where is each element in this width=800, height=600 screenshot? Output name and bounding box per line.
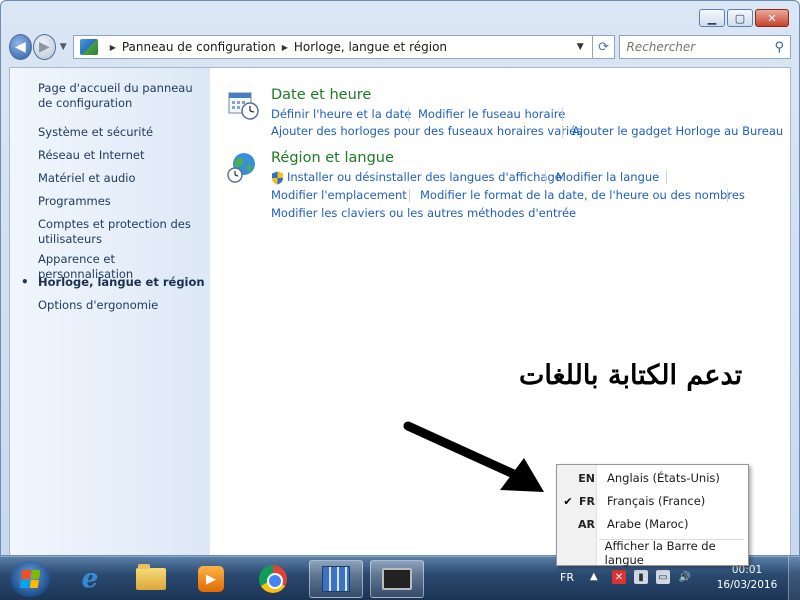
forward-button[interactable]: ▶ [32,34,56,60]
sidebar-item-network-internet[interactable]: Réseau et Internet [38,148,206,163]
back-button[interactable]: ◀ [9,34,32,60]
globe-clock-icon[interactable] [227,151,259,183]
refresh-button[interactable]: ⟳ [592,35,616,59]
link-change-keyboards[interactable]: Modifier les claviers ou les autres méth… [271,206,576,220]
tray-language-indicator[interactable]: FR [560,571,574,584]
current-item-bullet-icon: • [21,275,29,289]
show-desktop-button[interactable] [788,557,800,600]
link-add-clock-gadget[interactable]: Ajouter le gadget Horloge au Bureau [572,124,783,138]
chrome-icon [259,565,287,593]
language-name: Arabe (Maroc) [607,517,689,531]
sidebar-item-hardware-sound[interactable]: Matériel et audio [38,171,206,186]
sidebar-item-label: Horloge, langue et région [38,275,205,289]
sidebar: Page d'accueil du panneau de configurati… [10,68,210,555]
calendar-clock-icon[interactable] [227,88,259,120]
section-title-region-language[interactable]: Région et langue [271,150,394,166]
close-button[interactable]: ✕ [755,9,789,27]
sidebar-item-home[interactable]: Page d'accueil du panneau de configurati… [38,81,206,111]
language-option-ar[interactable]: AR Arabe (Maroc) [557,513,748,535]
link-separator [727,189,728,202]
language-option-en[interactable]: EN Anglais (États-Unis) [557,467,748,489]
section-title-date-time[interactable]: Date et heure [271,87,371,103]
breadcrumb-clock-language-region[interactable]: Horloge, langue et région [294,40,447,54]
windows-logo-icon [19,570,41,588]
search-icon[interactable]: ⚲ [774,40,784,55]
taskbar-network-app[interactable] [309,560,363,598]
folder-icon [136,564,166,590]
tray-clock[interactable]: 00:01 16/03/2016 [712,563,782,593]
language-code: AR [578,517,595,531]
address-dropdown-icon[interactable]: ▼ [577,42,584,52]
link-separator [666,171,667,184]
back-arrow-icon: ◀ [15,39,26,55]
maximize-button[interactable]: ▢ [727,9,753,27]
show-language-bar-label: Afficher la Barre de langue [604,539,716,567]
forward-arrow-icon: ▶ [38,39,50,55]
control-panel-icon [79,39,98,55]
link-change-time-zone[interactable]: Modifier le fuseau horaire [418,107,565,121]
safely-remove-hardware-icon[interactable]: ▮ [634,570,648,584]
link-change-location[interactable]: Modifier l'emplacement [271,188,407,202]
link-change-date-time-format[interactable]: Modifier le format de la date, de l'heur… [420,188,745,202]
taskbar-windows-explorer[interactable] [124,560,178,598]
sidebar-item-clock-language-region[interactable]: • Horloge, langue et région [21,275,206,290]
link-separator [545,171,546,184]
search-box[interactable]: ⚲ [619,35,791,59]
sidebar-item-ease-of-access[interactable]: Options d'ergonomie [38,298,206,313]
sidebar-item-user-accounts[interactable]: Comptes et protection des utilisateurs [38,217,206,247]
breadcrumb-separator-icon[interactable]: ▶ [282,43,288,52]
screen-app-icon [382,568,412,590]
link-change-language[interactable]: Modifier la langue [556,170,659,184]
internet-explorer-icon: e [81,564,99,594]
minimize-button[interactable]: ▁ [699,9,725,27]
language-code: FR [579,494,595,508]
checkmark-icon: ✔ [563,494,573,508]
link-separator [562,108,563,121]
breadcrumb-control-panel[interactable]: Panneau de configuration [122,40,276,54]
network-status-icon[interactable]: ▭ [656,570,670,584]
link-separator [409,189,410,202]
caption-buttons: ▁ ▢ ✕ [699,9,789,27]
action-center-flag-icon[interactable]: ✕ [612,570,626,584]
language-name: Anglais (États-Unis) [607,471,720,485]
link-separator [562,125,563,138]
start-button[interactable] [10,561,50,597]
recent-pages-dropdown-icon[interactable]: ▼ [60,42,67,52]
language-menu: EN Anglais (États-Unis) ✔ FR Français (F… [556,464,749,567]
language-code: EN [578,471,595,485]
network-app-icon [322,566,350,592]
refresh-icon: ⟳ [598,39,610,55]
address-bar[interactable]: ▶ Panneau de configuration ▶ Horloge, la… [72,35,593,59]
link-set-time-date[interactable]: Définir l'heure et la date [271,107,411,121]
annotation-arrow-icon [403,421,544,492]
sidebar-item-programs[interactable]: Programmes [38,194,206,209]
navigation-row: ◀ ▶ ▼ ▶ Panneau de configuration ▶ Horlo… [9,33,791,61]
show-hidden-icons-icon[interactable]: ▲ [590,571,598,582]
volume-icon[interactable]: 🔊 [678,570,692,584]
language-name: Français (France) [607,494,706,508]
sidebar-item-system-security[interactable]: Système et sécurité [38,125,206,140]
breadcrumb-separator-icon[interactable]: ▶ [110,43,116,52]
show-language-bar-option[interactable]: Afficher la Barre de langue [557,539,748,567]
search-input[interactable] [626,40,775,54]
taskbar-screen-app[interactable] [370,560,424,598]
language-option-fr[interactable]: ✔ FR Français (France) [557,490,748,512]
media-player-icon: ▶ [198,566,224,592]
link-install-display-languages[interactable]: Installer ou désinstaller des langues d'… [287,170,562,184]
uac-shield-icon [272,171,283,185]
link-separator [408,108,409,121]
taskbar-chrome[interactable] [246,560,300,598]
taskbar-internet-explorer[interactable]: e [63,560,117,598]
link-add-clocks[interactable]: Ajouter des horloges pour des fuseaux ho… [271,124,582,138]
arabic-annotation: تدعم الكتابة باللغات [519,360,743,391]
clock-date: 16/03/2016 [716,579,778,591]
taskbar-media-player[interactable]: ▶ [184,560,238,598]
